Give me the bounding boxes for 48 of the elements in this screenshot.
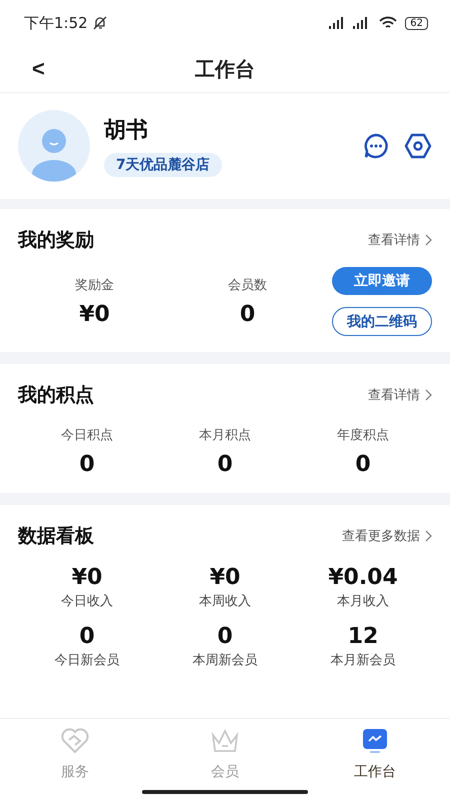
stat-label: 本月收入	[337, 593, 389, 610]
view-details-link[interactable]: 查看详情	[368, 231, 420, 249]
section-title: 我的奖励	[18, 228, 94, 253]
stat-value: ¥0.04	[328, 565, 398, 590]
store-tag: 7天优品麓谷店	[104, 153, 222, 177]
chat-icon[interactable]	[362, 132, 390, 160]
settings-icon[interactable]	[404, 132, 432, 160]
stat-label: 今日新会员	[54, 652, 120, 669]
stat-value: ¥0	[79, 302, 110, 327]
status-time: 下午1:52	[24, 14, 88, 32]
stat-value: ¥0	[210, 565, 240, 590]
page-title: 工作台	[195, 56, 255, 82]
invite-button[interactable]: 立即邀请	[332, 267, 432, 295]
chevron-right-icon	[425, 389, 432, 401]
chevron-right-icon	[425, 530, 432, 542]
qr-code-button[interactable]: 我的二维码	[332, 307, 432, 336]
battery-indicator: 62	[405, 16, 428, 30]
stat-label: 本周新会员	[192, 652, 258, 669]
stat-label: 今日积点	[61, 427, 113, 444]
stat-value: 0	[79, 452, 95, 477]
section-title: 数据看板	[18, 524, 94, 549]
stat-value: ¥0	[72, 565, 102, 590]
stat-label: 本月积点	[199, 427, 251, 444]
heart-icon	[60, 727, 90, 755]
section-title: 我的积点	[18, 383, 94, 408]
back-button[interactable]: <	[26, 56, 51, 82]
stat-label: 本月新会员	[330, 652, 396, 669]
tab[interactable]: 工作台	[300, 727, 450, 800]
avatar-icon	[18, 110, 90, 182]
chevron-right-icon	[425, 234, 432, 246]
stat-label: 会员数	[228, 277, 267, 294]
user-name: 胡书	[104, 117, 148, 145]
stat-value: 12	[348, 624, 378, 649]
more-data-link[interactable]: 查看更多数据	[342, 527, 420, 545]
wifi-icon	[379, 16, 398, 30]
stat-label: 年度积点	[337, 427, 389, 444]
stat-value: 0	[217, 624, 233, 649]
stat-label: 奖励金	[75, 277, 114, 294]
stat-label: 本周收入	[199, 593, 251, 610]
view-details-link[interactable]: 查看详情	[368, 386, 420, 404]
chart-icon	[360, 727, 390, 755]
stat-value: 0	[79, 624, 95, 649]
mute-bell-icon	[92, 15, 108, 31]
stat-value: 0	[217, 452, 233, 477]
stat-label: 今日收入	[61, 593, 113, 610]
stat-value: 0	[355, 452, 371, 477]
crown-icon	[210, 727, 240, 755]
stat-value: 0	[240, 302, 256, 327]
